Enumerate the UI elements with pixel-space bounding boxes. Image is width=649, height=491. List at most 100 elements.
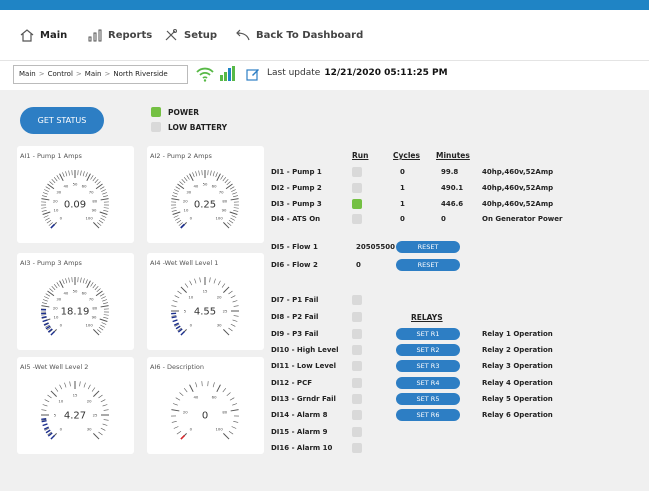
gauge-tick-label: 15 [203, 289, 208, 294]
pump-label: DI2 - Pump 2 [271, 184, 322, 192]
nav-main[interactable]: Main [20, 29, 67, 42]
set-relay-button[interactable]: SET R4 [396, 377, 460, 389]
get-status-button[interactable]: GET STATUS [20, 107, 104, 134]
flow-value: 20505500 [356, 243, 395, 251]
relay-description: Relay 5 Operation [482, 395, 553, 403]
breadcrumb-item[interactable]: Control [48, 70, 73, 78]
gauge-dial: 0 5 10 15 20 25 304.27 [41, 381, 109, 440]
last-update-value: 12/21/2020 05:11:25 PM [324, 68, 448, 78]
gauge-value: 4.55 [194, 307, 216, 318]
gauge-tick-label: 70 [219, 190, 224, 195]
gauge-tick-label: 20 [217, 294, 222, 299]
relay-description: Relay 1 Operation [482, 330, 553, 338]
flow-label: DI6 - Flow 2 [271, 261, 318, 269]
gauge-tick-label: 90 [92, 208, 97, 213]
fault-label: DI7 - P1 Fail [271, 296, 319, 304]
relays-header: RELAYS [411, 313, 443, 322]
gauge-tick-label: 40 [63, 184, 68, 189]
gauge-tick-label: 15 [73, 393, 78, 398]
fault-indicator [352, 394, 362, 404]
fault-indicator [352, 345, 362, 355]
pump-label: DI3 - Pump 3 [271, 200, 322, 208]
gauge-tick-label: 25 [93, 413, 98, 418]
pump-description: On Generator Power [482, 215, 563, 223]
fault-label: DI9 - P3 Fail [271, 330, 319, 338]
gauge-panel: AI6 - Description 0 20 40 60 80 100 0 [147, 357, 264, 454]
fault-indicator [352, 295, 362, 305]
fault-indicator [352, 410, 362, 420]
legend-low-battery-label: LOW BATTERY [168, 122, 228, 132]
gauge-tick-label: 20 [53, 305, 58, 310]
gauge-tick-label: 100 [216, 216, 224, 221]
gauge-dial: 010 20 3040 50 6070 80 90 1000.25 [171, 170, 239, 229]
gauge-tick-label: 30 [217, 323, 222, 328]
last-update: Last update 12/21/2020 05:11:25 PM [267, 68, 448, 78]
gauge-tick-label: 50 [73, 289, 78, 294]
reset-button[interactable]: RESET [396, 259, 460, 271]
gauge-tick-label: 60 [212, 395, 217, 400]
gauge-tick-label: 80 [92, 305, 97, 310]
fault-indicator [352, 329, 362, 339]
back-arrow-icon [236, 29, 250, 41]
run-indicator [352, 183, 362, 193]
fault-indicator [352, 378, 362, 388]
breadcrumb: Main > Control > Main > North Riverside [13, 65, 188, 84]
gauge-tick-label: 20 [87, 398, 92, 403]
fault-indicator [352, 312, 362, 322]
gauge-tick-label: 20 [183, 198, 188, 203]
pump-description: 40hp,460v,52Amp [482, 168, 554, 176]
set-relay-button[interactable]: SET R3 [396, 360, 460, 372]
gauge-tick-label: 100 [86, 216, 94, 221]
legend-low-battery: LOW BATTERY [151, 122, 227, 132]
legend-power-label: POWER [168, 107, 200, 117]
set-relay-button[interactable]: SET R5 [396, 393, 460, 405]
gauge-dial: 0 5 10 15 20 25 304.55 [171, 277, 239, 336]
gauge-value: 4.27 [64, 411, 86, 422]
breadcrumb-item[interactable]: North Riverside [113, 70, 167, 78]
nav-setup[interactable]: Setup [164, 29, 217, 42]
flow-value: 0 [356, 261, 361, 269]
gauge-panel: AI3 - Pump 3 Amps 0 10 20 30 40 50 60 70 80 90 100 1… [17, 253, 134, 350]
run-indicator [352, 199, 362, 209]
nav-back-to-dashboard[interactable]: Back To Dashboard [234, 29, 363, 42]
edit-icon[interactable] [246, 67, 260, 81]
gauge-tick-label: 40 [193, 395, 198, 400]
gauge-tick-label: 70 [89, 190, 94, 195]
gauge-tick-label: 40 [193, 184, 198, 189]
pump-label: DI1 - Pump 1 [271, 168, 322, 176]
fault-label: DI11 - Low Level [271, 362, 337, 370]
relay-description: Relay 4 Operation [482, 379, 553, 387]
nav-back-label: Back To Dashboard [256, 30, 364, 41]
gauge-panel: AI4 -Wet Well Level 1 0 5 10 15 20 25 30 4.55 [147, 253, 264, 350]
fault-label: DI12 - PCF [271, 379, 312, 387]
fault-label: DI8 - P2 Fail [271, 313, 319, 321]
gauge-tick-label: 5 [54, 413, 57, 418]
cycles-value: 1 [400, 200, 405, 208]
tools-icon [165, 29, 177, 41]
set-relay-button[interactable]: SET R6 [396, 409, 460, 421]
gauge-tick-label: 90 [222, 208, 227, 213]
fault-label: DI16 - Alarm 10 [271, 444, 333, 452]
minutes-value: 490.1 [441, 184, 464, 192]
minutes-value: 446.6 [441, 200, 464, 208]
nav-setup-label: Setup [184, 30, 218, 41]
gauge-tick-label: 0 [190, 323, 193, 328]
gauge-tick-label: 60 [82, 184, 87, 189]
gauge-tick-label: 5 [184, 309, 187, 314]
gauge-tick-label: 0 [60, 427, 63, 432]
nav-reports[interactable]: Reports [88, 29, 152, 42]
gauge-tick-label: 90 [92, 315, 97, 320]
minutes-value: 99.8 [441, 168, 459, 176]
gauge-tick-label: 10 [54, 208, 59, 213]
minutes-value: 0 [441, 215, 446, 223]
reset-button[interactable]: RESET [396, 241, 460, 253]
home-icon [20, 29, 34, 42]
fault-label: DI10 - High Level [271, 346, 339, 354]
set-relay-button[interactable]: SET R1 [396, 328, 460, 340]
breadcrumb-item[interactable]: Main [85, 70, 102, 78]
set-relay-button[interactable]: SET R2 [396, 344, 460, 356]
gauge-value: 0.09 [64, 200, 86, 211]
pump-label: DI4 - ATS On [271, 215, 321, 223]
run-indicator [352, 214, 362, 224]
breadcrumb-item[interactable]: Main [19, 70, 36, 78]
